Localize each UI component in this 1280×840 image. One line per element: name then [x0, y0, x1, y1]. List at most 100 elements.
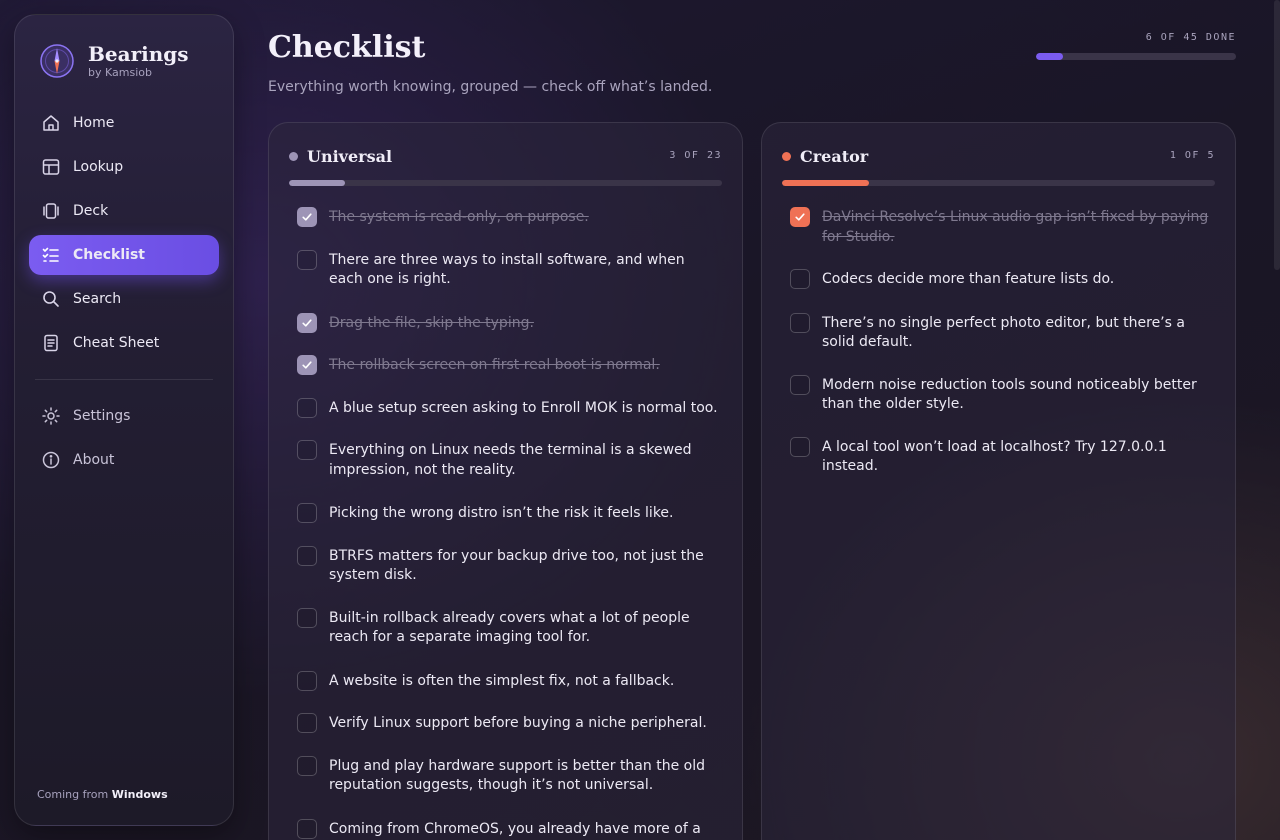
check-icon — [795, 213, 805, 221]
checkbox[interactable] — [790, 436, 810, 457]
checklist-item-text: The rollback screen on first real boot i… — [329, 357, 660, 373]
sidebar: Bearings by Kamsiob Home Lookup Deck Che… — [14, 14, 234, 826]
checklist-items: DaVinci Resolve’s Linux audio gap isn’t … — [790, 205, 1215, 497]
overall-progress: 6 OF 45 DONE — [1036, 32, 1236, 60]
checkbox[interactable] — [297, 397, 317, 418]
nav-item-home[interactable]: Home — [29, 103, 219, 143]
checklist-item[interactable]: A blue setup screen asking to Enroll MOK… — [297, 396, 722, 427]
checkbox-checked[interactable] — [297, 207, 317, 227]
nav-item-lookup[interactable]: Lookup — [29, 147, 219, 187]
checklist-item-text: BTRFS matters for your backup drive too,… — [329, 547, 704, 584]
checkbox[interactable] — [297, 818, 317, 839]
checklist-item-text: Everything on Linux needs the terminal i… — [329, 442, 692, 478]
nav-label-about: About — [73, 452, 115, 468]
nav-item-search[interactable]: Search — [29, 279, 219, 319]
group-header: Universal 3 OF 23 — [289, 147, 722, 167]
checklist-item-text: A website is often the simplest fix, not… — [329, 672, 675, 689]
checklist-item[interactable]: Built-in rollback already covers what a … — [297, 606, 722, 657]
checklist-item[interactable]: Picking the wrong distro isn’t the risk … — [297, 501, 722, 532]
checkbox-checked[interactable] — [297, 312, 317, 333]
table-icon — [42, 159, 60, 175]
checklist-item[interactable]: Modern noise reduction tools sound notic… — [790, 373, 1215, 423]
group-color-dot — [782, 152, 791, 161]
page-title: Checklist — [268, 30, 426, 65]
checklist-item-text: There’s no single perfect photo editor, … — [822, 314, 1185, 351]
overall-progress-fill — [1036, 53, 1063, 60]
check-icon — [302, 318, 312, 327]
nav-label-settings: Settings — [73, 408, 131, 424]
nav-label-search: Search — [73, 291, 122, 307]
checklist-item[interactable]: Drag the file, skip the typing. — [297, 311, 722, 342]
group-card-universal: Universal 3 OF 23 The system is read-onl… — [268, 122, 743, 840]
checklist-icon — [42, 247, 59, 262]
page-subtitle: Everything worth knowing, grouped — chec… — [268, 79, 713, 95]
checkbox[interactable] — [790, 269, 810, 289]
checkbox[interactable] — [297, 249, 317, 270]
group-card-creator: Creator 1 OF 5 DaVinci Resolve’s Linux a… — [761, 122, 1236, 840]
nav-item-deck[interactable]: Deck — [29, 191, 219, 231]
checklist-item[interactable]: Codecs decide more than feature lists do… — [790, 267, 1215, 299]
checklist-item-text: Plug and play hardware support is better… — [329, 757, 705, 794]
checklist-item[interactable]: The rollback screen on first real boot i… — [297, 353, 722, 384]
platform-origin-os: Windows — [111, 788, 168, 801]
nav-item-checklist[interactable]: Checklist — [29, 235, 219, 275]
brand[interactable]: Bearings by Kamsiob — [39, 43, 189, 79]
checklist-item-text: Picking the wrong distro isn’t the risk … — [329, 505, 674, 521]
checkbox[interactable] — [297, 545, 317, 566]
page-scrollbar[interactable] — [1274, 0, 1280, 270]
nav-divider — [35, 379, 213, 380]
platform-origin[interactable]: Coming from Windows — [37, 788, 168, 801]
checklist-item-text: Coming from ChromeOS, you already have m… — [329, 820, 701, 837]
checklist-item-text: Verify Linux support before buying a nic… — [329, 715, 707, 731]
checklist-item[interactable]: A local tool won’t load at localhost? Tr… — [790, 435, 1215, 485]
checkbox[interactable] — [297, 503, 317, 523]
overall-progress-track — [1036, 53, 1236, 60]
home-icon — [43, 115, 59, 131]
checkbox[interactable] — [297, 670, 317, 691]
nav-item-about[interactable]: About — [29, 440, 219, 480]
checkbox-checked[interactable] — [297, 355, 317, 375]
checklist-item-text: Built-in rollback already covers what a … — [329, 609, 690, 646]
checklist-item[interactable]: BTRFS matters for your backup drive too,… — [297, 544, 722, 594]
checklist-item[interactable]: There’s no single perfect photo editor, … — [790, 311, 1215, 361]
checkbox-checked[interactable] — [790, 207, 810, 227]
checklist-item[interactable]: Coming from ChromeOS, you already have m… — [297, 817, 722, 840]
checkbox[interactable] — [297, 755, 317, 776]
check-icon — [302, 361, 312, 369]
group-progress-fill — [289, 180, 346, 186]
checkbox[interactable] — [790, 312, 810, 333]
app-name: Bearings — [88, 42, 189, 66]
checklist-item-text: A blue setup screen asking to Enroll MOK… — [329, 399, 718, 416]
checklist-item[interactable]: Verify Linux support before buying a nic… — [297, 711, 722, 742]
checklist-item-text: Drag the file, skip the typing. — [329, 314, 534, 331]
checklist-item[interactable]: The system is read-only, on purpose. — [297, 205, 722, 236]
checklist-items: The system is read-only, on purpose. Ther… — [297, 205, 722, 840]
checklist-item-text: DaVinci Resolve’s Linux audio gap isn’t … — [822, 209, 1209, 245]
nav-label-deck: Deck — [73, 203, 109, 219]
checkbox[interactable] — [297, 713, 317, 733]
platform-origin-prefix: Coming from — [37, 788, 109, 801]
nav-item-cheat-sheet[interactable]: Cheat Sheet — [29, 323, 219, 363]
nav-item-settings[interactable]: Settings — [29, 396, 219, 436]
info-icon — [42, 451, 60, 469]
cards-icon — [43, 203, 59, 219]
checklist-item[interactable]: There are three ways to install software… — [297, 248, 722, 299]
nav-label-home: Home — [73, 115, 115, 131]
checklist-item[interactable]: A website is often the simplest fix, not… — [297, 669, 722, 700]
nav-label-checklist: Checklist — [73, 247, 145, 263]
checklist-item[interactable]: DaVinci Resolve’s Linux audio gap isn’t … — [790, 205, 1215, 255]
checklist-item[interactable]: Plug and play hardware support is better… — [297, 754, 722, 805]
checkbox[interactable] — [297, 607, 317, 628]
compass-logo-icon — [40, 44, 74, 78]
checkbox[interactable] — [790, 374, 810, 395]
checklist-item-text: The system is read-only, on purpose. — [329, 209, 589, 225]
checklist-item-text: Modern noise reduction tools sound notic… — [822, 376, 1197, 413]
app-byline: by Kamsiob — [88, 66, 152, 79]
checklist-item-text: There are three ways to install software… — [329, 251, 685, 288]
group-header: Creator 1 OF 5 — [782, 147, 1215, 167]
nav-label-cheat-sheet: Cheat Sheet — [73, 335, 160, 351]
group-title: Creator — [800, 147, 869, 166]
checkbox[interactable] — [297, 440, 317, 460]
check-icon — [302, 213, 312, 221]
checklist-item[interactable]: Everything on Linux needs the terminal i… — [297, 438, 722, 489]
